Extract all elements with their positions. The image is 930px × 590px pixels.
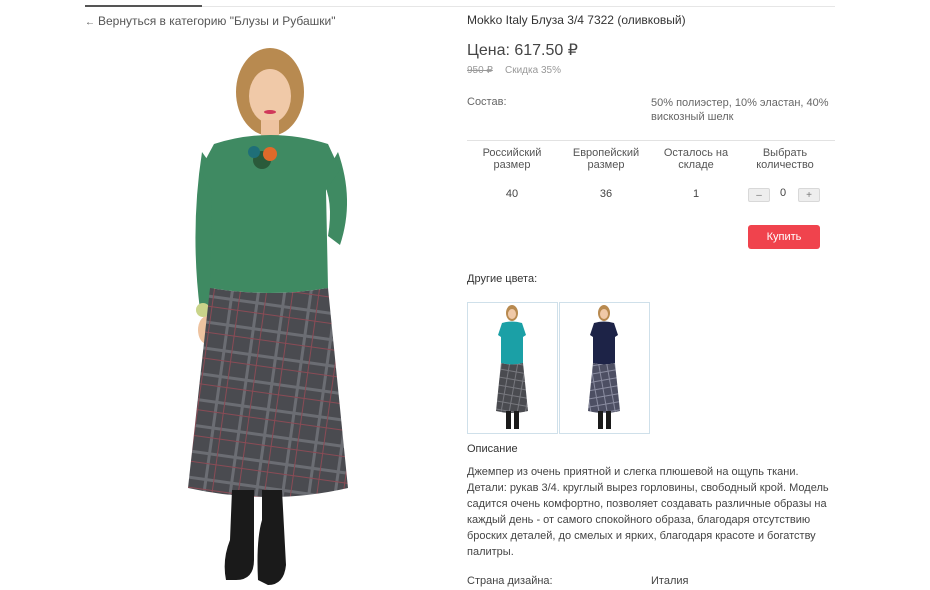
back-to-category-link[interactable]: ← Вернуться в категорию "Блузы и Рубашки" [85,14,335,28]
composition-label: Состав: [467,96,507,108]
description-text: Джемпер из очень приятной и слегка плюше… [467,466,829,558]
current-price: Цена: 617.50 ₽ [467,42,578,59]
country-label: Страна дизайна: [467,575,553,587]
arrow-left-icon: ← [85,17,95,28]
color-thumbnail-navy[interactable] [559,302,650,434]
header-stock: Осталось на складе [663,147,729,171]
composition-value: 50% полиэстер, 10% эластан, 40% вискозны… [651,97,829,123]
table-top-divider [467,140,835,141]
description-label: Описание [467,443,518,455]
eu-size-value: 36 [599,188,613,200]
stock-value: 1 [692,188,700,200]
product-main-photo[interactable] [150,40,390,590]
country-value: Италия [651,575,689,587]
header-eu-size: Европейский размер [572,147,640,171]
ru-size-value: 40 [505,188,519,200]
quantity-decrease-button[interactable]: – [748,188,770,202]
old-price: 950 ₽ [467,65,493,76]
color-thumbnail-teal[interactable] [467,302,558,434]
other-colors-label: Другие цвета: [467,273,538,285]
back-link-label: Вернуться в категорию "Блузы и Рубашки" [98,14,336,28]
buy-button[interactable]: Купить [748,225,820,249]
product-title: Mokko Italy Блуза 3/4 7322 (оливковый) [467,13,686,27]
active-tab-indicator [85,5,202,7]
quantity-increase-button[interactable]: + [798,188,820,202]
quantity-value[interactable]: 0 [780,187,786,199]
discount-label: Скидка 35% [505,65,561,76]
header-quantity: Выбрать количество [756,147,814,171]
header-ru-size: Российский размер [482,147,542,171]
